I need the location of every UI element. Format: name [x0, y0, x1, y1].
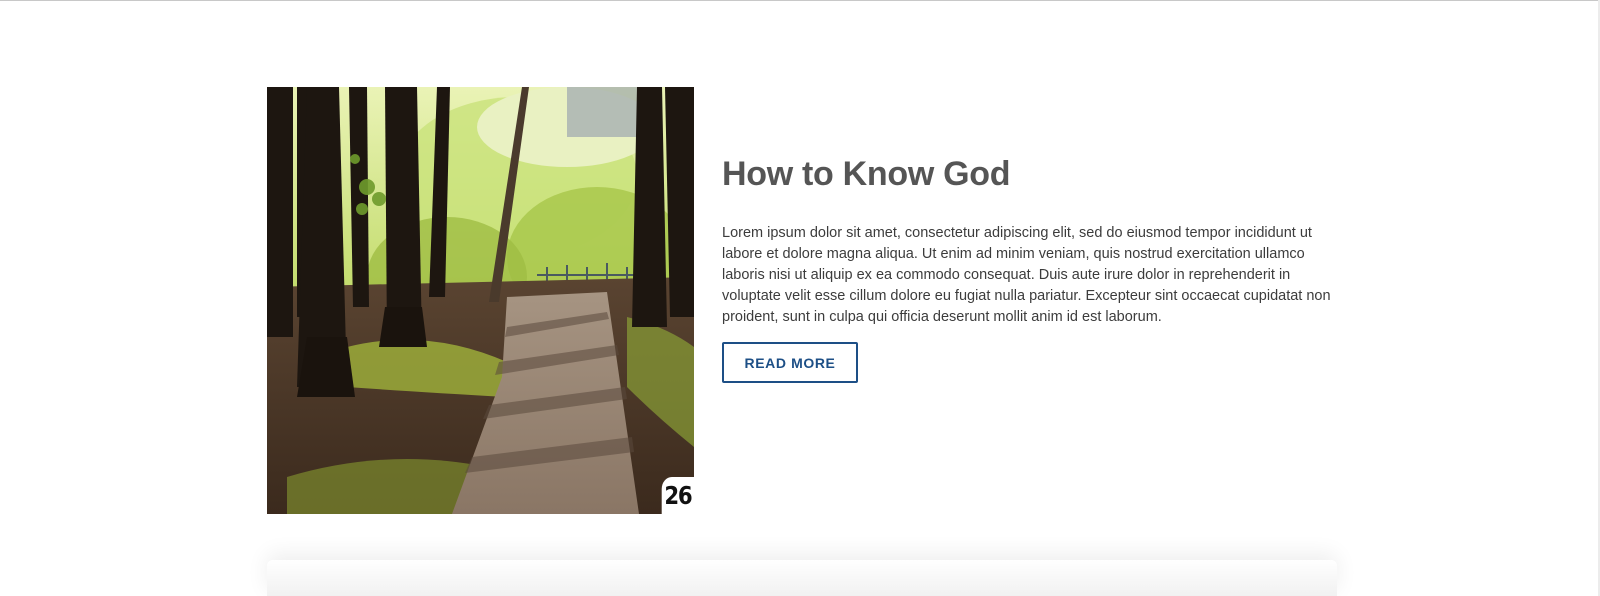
article-title[interactable]: How to Know God: [722, 153, 1342, 195]
article-content: How to Know God Lorem ipsum dolor sit am…: [722, 153, 1342, 383]
article-excerpt: Lorem ipsum dolor sit amet, consectetur …: [722, 225, 1331, 325]
article-thumbnail[interactable]: 26: [267, 87, 694, 514]
forest-path-image: [267, 87, 694, 514]
read-more-button[interactable]: READ MORE: [722, 342, 858, 383]
article-card: 26 How to Know God Lorem ipsum dolor sit…: [267, 87, 1337, 514]
article-number-badge: 26: [661, 477, 694, 514]
next-card-preview: [267, 560, 1337, 596]
top-divider: [0, 0, 1600, 1]
